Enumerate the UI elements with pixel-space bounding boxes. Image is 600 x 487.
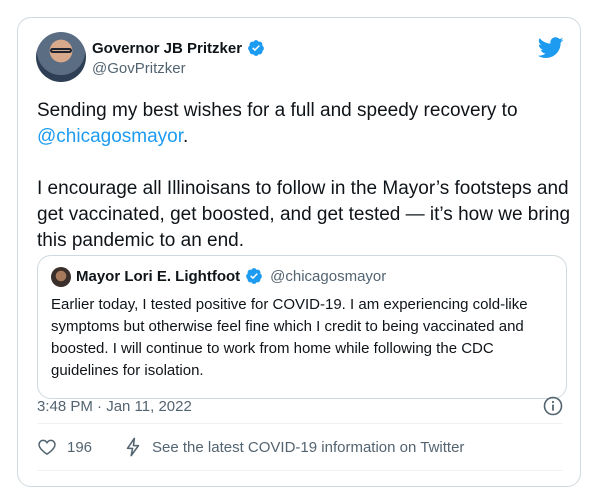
tweet-timestamp[interactable]: 3:48 PM · Jan 11, 2022 [37, 398, 192, 415]
author-display-name[interactable]: Governor JB Pritzker [92, 40, 242, 57]
divider [37, 423, 563, 424]
avatar-glasses [50, 48, 72, 53]
lightning-bolt-icon [126, 437, 140, 457]
tweet-line1-prefix: Sending my best wishes for a full and sp… [37, 100, 518, 121]
like-count: 196 [67, 438, 93, 456]
info-icon[interactable] [543, 396, 563, 416]
tweet-paragraph-2: I encourage all Illinoisans to follow in… [37, 178, 571, 251]
twitter-bird-icon[interactable] [538, 37, 564, 59]
covid-info-link[interactable]: See the latest COVID-19 information on T… [152, 439, 464, 456]
verified-badge-icon [246, 268, 263, 284]
quoted-display-name: Mayor Lori E. Lightfoot [76, 267, 241, 285]
action-bar: 196 See the latest COVID-19 information … [37, 437, 464, 457]
author-name-row: Governor JB Pritzker [92, 39, 265, 57]
quoted-author-avatar [51, 267, 71, 287]
mention-link[interactable]: @chicagosmayor [37, 126, 183, 147]
author-avatar[interactable] [36, 32, 86, 82]
quoted-tweet[interactable]: Mayor Lori E. Lightfoot @chicagosmayor E… [37, 255, 567, 399]
author-handle[interactable]: @GovPritzker [92, 60, 186, 77]
tweet-card: Governor JB Pritzker @GovPritzker Sendin… [17, 17, 581, 487]
verified-badge-icon [248, 40, 264, 56]
divider [37, 470, 563, 471]
heart-icon[interactable] [37, 437, 57, 457]
tweet-paragraph-1: Sending my best wishes for a full and sp… [37, 98, 572, 150]
like-action[interactable]: 196 [37, 437, 92, 457]
quoted-handle: @chicagosmayor [270, 267, 387, 285]
quoted-text: Earlier today, I tested positive for COV… [51, 296, 528, 379]
tweet-line1-suffix: . [183, 126, 189, 147]
quoted-name-row: Mayor Lori E. Lightfoot @chicagosmayor [76, 267, 386, 285]
tweet-body: Sending my best wishes for a full and sp… [37, 98, 572, 254]
